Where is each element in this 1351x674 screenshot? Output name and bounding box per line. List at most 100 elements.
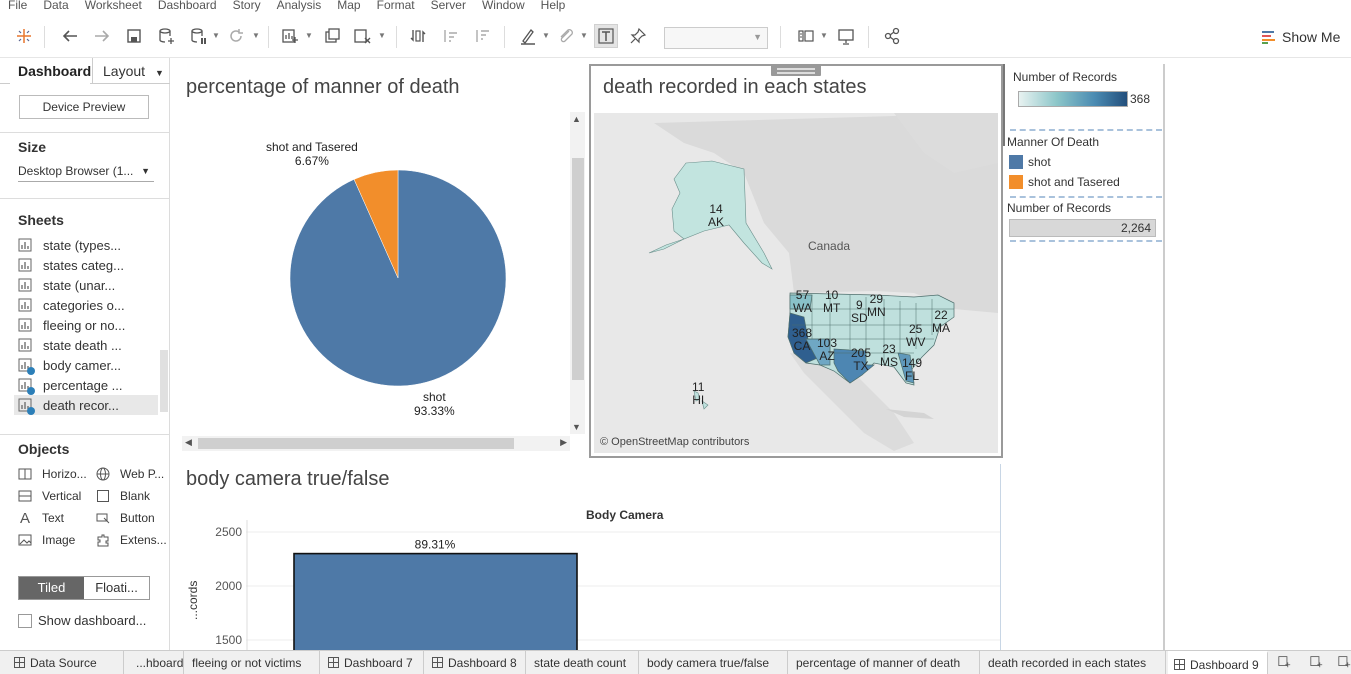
- sheet-item[interactable]: death recor...: [14, 395, 158, 415]
- menu-item-window[interactable]: Window: [474, 0, 533, 12]
- map-state-label[interactable]: 57 WA: [793, 289, 812, 315]
- highlight-icon[interactable]: [516, 24, 540, 48]
- new-story-icon[interactable]: [1338, 655, 1351, 671]
- sheet-tab[interactable]: fleeing or not victims: [186, 651, 320, 674]
- map-state-label[interactable]: 22 MA: [932, 309, 950, 335]
- sheet-tab[interactable]: Dashboard 9: [1168, 651, 1268, 674]
- size-dropdown[interactable]: Desktop Browser (1... ▼: [18, 162, 154, 182]
- map-state-label[interactable]: 149 FL: [902, 357, 922, 383]
- pie-vertical-scrollbar[interactable]: ▲ ▼: [570, 112, 585, 434]
- menu-item-format[interactable]: Format: [369, 0, 423, 12]
- bar-chart[interactable]: 89.31%: [246, 520, 1000, 650]
- pie-horizontal-scrollbar[interactable]: ◀ ▶: [182, 436, 570, 451]
- object-image[interactable]: Image: [18, 533, 75, 547]
- chevron-down-icon[interactable]: ▼: [580, 32, 588, 40]
- redo-icon[interactable]: [90, 24, 114, 48]
- map-state-label[interactable]: 29 MN: [867, 293, 886, 319]
- show-mark-labels-icon[interactable]: [594, 24, 618, 48]
- menu-item-data[interactable]: Data: [35, 0, 76, 12]
- legend-item-shot[interactable]: shot: [1028, 155, 1051, 169]
- menu-item-story[interactable]: Story: [225, 0, 269, 12]
- share-icon[interactable]: [880, 24, 904, 48]
- sheet-item[interactable]: state death ...: [18, 335, 160, 355]
- sheet-item[interactable]: fleeing or no...: [18, 315, 160, 335]
- bar[interactable]: [293, 552, 578, 650]
- map-canvas[interactable]: [594, 113, 998, 453]
- save-icon[interactable]: [122, 24, 146, 48]
- map-state-label[interactable]: 10 MT: [823, 289, 840, 315]
- clear-sheet-icon[interactable]: [350, 24, 374, 48]
- map-state-label[interactable]: 23 MS: [880, 343, 898, 369]
- tab-dashboard[interactable]: Dashboard: [10, 58, 91, 84]
- object-blank[interactable]: Blank: [96, 489, 150, 503]
- menu-item-analysis[interactable]: Analysis: [269, 0, 330, 12]
- sheet-tab[interactable]: Data Source: [8, 651, 124, 674]
- undo-icon[interactable]: [58, 24, 82, 48]
- chevron-down-icon[interactable]: ▼: [542, 32, 550, 40]
- chevron-right-icon[interactable]: ▶: [560, 437, 567, 448]
- presentation-mode-icon[interactable]: [834, 24, 858, 48]
- object-horizontal[interactable]: Horizo...: [18, 467, 87, 481]
- map-state-label[interactable]: 103 AZ: [817, 337, 837, 363]
- fit-dropdown[interactable]: ▼: [664, 27, 768, 49]
- map-state-label[interactable]: 25 WV: [906, 323, 925, 349]
- sheet-item[interactable]: state (types...: [18, 235, 160, 255]
- sheet-item[interactable]: categories o...: [18, 295, 160, 315]
- map-state-label[interactable]: 14 AK: [708, 203, 724, 229]
- sheet-tab[interactable]: body camera true/false: [641, 651, 788, 674]
- sheet-tab[interactable]: ...hboard 6: [130, 651, 184, 674]
- sheet-item[interactable]: states categ...: [18, 255, 160, 275]
- pause-updates-icon[interactable]: [186, 24, 210, 48]
- new-data-source-icon[interactable]: [154, 24, 178, 48]
- floating-button[interactable]: Floati...: [84, 577, 149, 599]
- show-me-button[interactable]: Show Me: [1262, 26, 1340, 48]
- sort-descending-icon[interactable]: [470, 24, 494, 48]
- chevron-down-icon[interactable]: ▼: [572, 422, 581, 432]
- scrollbar-thumb[interactable]: [198, 438, 514, 449]
- tableau-logo-icon[interactable]: [12, 24, 36, 48]
- menu-item-help[interactable]: Help: [533, 0, 574, 12]
- drag-handle-icon[interactable]: [771, 64, 821, 76]
- map-state-label[interactable]: 11 HI: [692, 381, 704, 407]
- chevron-down-icon[interactable]: ▼: [305, 32, 313, 40]
- chevron-down-icon[interactable]: ▼: [252, 32, 260, 40]
- chevron-down-icon[interactable]: ▼: [212, 32, 220, 40]
- object-vertical[interactable]: Vertical: [18, 489, 81, 503]
- size-legend[interactable]: 2,264: [1009, 219, 1156, 237]
- menu-item-map[interactable]: Map: [329, 0, 368, 12]
- pie-chart[interactable]: [280, 160, 516, 396]
- chevron-up-icon[interactable]: ▲: [572, 114, 581, 124]
- new-dashboard-icon[interactable]: [1310, 655, 1326, 671]
- sheet-tab[interactable]: Dashboard 7: [322, 651, 424, 674]
- sheet-item[interactable]: state (unar...: [18, 275, 160, 295]
- object-button[interactable]: Button: [96, 511, 155, 525]
- chevron-down-icon[interactable]: ▼: [820, 32, 828, 40]
- sheet-tab[interactable]: death recorded in each states: [982, 651, 1166, 674]
- sheet-tab[interactable]: state death count: [528, 651, 639, 674]
- object-text[interactable]: A Text: [18, 510, 64, 527]
- legend-item-tasered[interactable]: shot and Tasered: [1028, 175, 1120, 189]
- chevron-left-icon[interactable]: ◀: [185, 437, 192, 448]
- device-preview-button[interactable]: Device Preview: [19, 95, 149, 119]
- menu-item-file[interactable]: File: [0, 0, 35, 12]
- legend-swatch-shot[interactable]: [1009, 155, 1023, 169]
- object-web-page[interactable]: Web P...: [96, 467, 164, 481]
- menu-item-dashboard[interactable]: Dashboard: [150, 0, 225, 12]
- pin-axes-icon[interactable]: [626, 24, 650, 48]
- scrollbar-thumb[interactable]: [572, 158, 584, 380]
- sheet-list-scrollbar[interactable]: [160, 350, 168, 412]
- legend-swatch-tasered[interactable]: [1009, 175, 1023, 189]
- sheet-item[interactable]: body camer...: [18, 355, 160, 375]
- tab-layout[interactable]: Layout ▼: [92, 58, 168, 84]
- tiled-button[interactable]: Tiled: [19, 577, 84, 599]
- new-worksheet-icon[interactable]: [1278, 655, 1294, 671]
- menu-item-worksheet[interactable]: Worksheet: [77, 0, 150, 12]
- color-ramp-legend[interactable]: [1018, 91, 1128, 107]
- show-cards-icon[interactable]: [794, 24, 818, 48]
- object-extension[interactable]: Extens...: [96, 533, 167, 547]
- new-worksheet-icon[interactable]: [278, 24, 302, 48]
- sort-ascending-icon[interactable]: [438, 24, 462, 48]
- sheet-tab[interactable]: percentage of manner of death: [790, 651, 980, 674]
- map-state-label[interactable]: 368 CA: [792, 327, 812, 353]
- refresh-icon[interactable]: [224, 24, 248, 48]
